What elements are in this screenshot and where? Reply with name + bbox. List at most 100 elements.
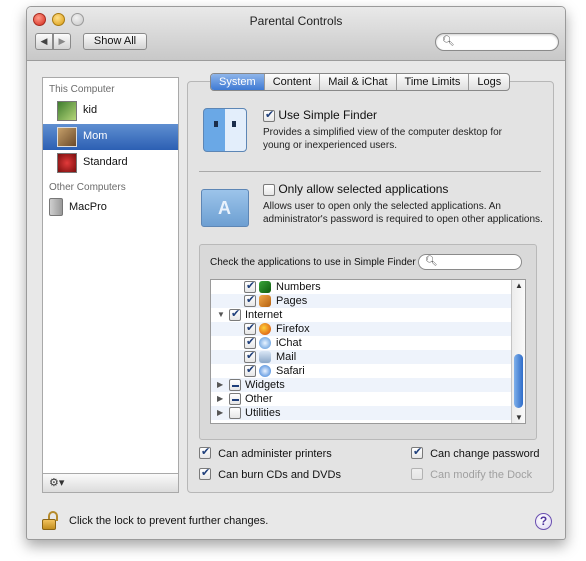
category-checkbox[interactable] bbox=[229, 307, 241, 321]
simple-finder-description: Provides a simplified view of the comput… bbox=[263, 126, 502, 152]
app-checkbox[interactable] bbox=[244, 349, 256, 363]
modify-dock-label: Can modify the Dock bbox=[430, 469, 533, 481]
tab-bar: System Content Mail & iChat Time Limits … bbox=[210, 73, 511, 91]
user-picture-cat-icon bbox=[57, 127, 77, 147]
tab-logs[interactable]: Logs bbox=[469, 74, 509, 90]
divider bbox=[199, 171, 541, 172]
safari-app-icon bbox=[259, 365, 271, 377]
app-checkbox[interactable] bbox=[244, 335, 256, 349]
list-item[interactable]: Numbers bbox=[211, 280, 511, 294]
administer-printers-checkbox[interactable] bbox=[199, 445, 211, 460]
help-button[interactable]: ? bbox=[535, 513, 552, 530]
description-line: young or inexperienced users. bbox=[263, 140, 397, 151]
user-sidebar: This Computer kid Mom Standard Other Com… bbox=[42, 77, 179, 493]
change-password-label: Can change password bbox=[430, 448, 540, 460]
list-item[interactable]: Pages bbox=[211, 293, 511, 308]
disclosure-triangle-closed-icon[interactable]: ▶ bbox=[217, 406, 223, 420]
applications-panel-label: Check the applications to use in Simple … bbox=[210, 257, 416, 268]
app-label: Mail bbox=[276, 351, 297, 363]
category-checkbox[interactable] bbox=[229, 407, 241, 419]
sidebar-computer-label: MacPro bbox=[69, 201, 107, 213]
sidebar-user-kid[interactable]: kid bbox=[43, 98, 178, 124]
burn-cds-checkbox[interactable] bbox=[199, 466, 211, 481]
simple-finder-checkbox[interactable] bbox=[263, 108, 275, 122]
macpro-icon bbox=[49, 198, 63, 216]
scrollbar-thumb[interactable] bbox=[514, 354, 523, 408]
applications-panel: Check the applications to use in Simple … bbox=[199, 244, 537, 440]
change-password-checkbox[interactable] bbox=[411, 445, 423, 460]
lock-status-text: Click the lock to prevent further change… bbox=[69, 515, 269, 527]
app-label: Firefox bbox=[276, 323, 310, 335]
category-checkbox[interactable] bbox=[229, 379, 241, 391]
sidebar-user-label: Mom bbox=[83, 130, 108, 142]
forward-arrow-icon[interactable]: ▶ bbox=[53, 33, 71, 50]
pages-app-icon bbox=[259, 295, 271, 307]
user-picture-kid-icon bbox=[57, 101, 77, 121]
lock-icon[interactable] bbox=[42, 511, 60, 531]
app-label: iChat bbox=[276, 337, 302, 349]
search-icon: 🔍︎ bbox=[442, 36, 455, 47]
applications-search-input[interactable]: 🔍︎ bbox=[418, 254, 522, 270]
list-item[interactable]: ▶ Widgets bbox=[211, 378, 511, 392]
app-checkbox[interactable] bbox=[244, 321, 256, 335]
this-computer-header: This Computer bbox=[49, 84, 115, 95]
description-line: administrator's password is required to … bbox=[263, 214, 543, 225]
only-selected-apps-checkbox[interactable] bbox=[263, 183, 275, 196]
preferences-search-input[interactable]: 🔍︎ bbox=[435, 33, 559, 51]
list-item[interactable]: ▼ Internet bbox=[211, 307, 511, 322]
parental-controls-window: Parental Controls ◀ ▶ Show All 🔍︎ This C… bbox=[26, 6, 566, 540]
app-checkbox[interactable] bbox=[244, 293, 256, 307]
list-item[interactable]: Firefox bbox=[211, 321, 511, 336]
search-icon: 🔍︎ bbox=[425, 256, 438, 267]
list-item[interactable]: Mail bbox=[211, 349, 511, 364]
firefox-app-icon bbox=[259, 323, 271, 335]
only-selected-apps-option[interactable]: Only allow selected applications bbox=[263, 182, 448, 196]
category-label: Internet bbox=[245, 309, 283, 321]
other-computers-header: Other Computers bbox=[49, 182, 126, 193]
window-title: Parental Controls bbox=[249, 14, 343, 28]
app-checkbox[interactable] bbox=[244, 363, 256, 377]
burn-cds-label: Can burn CDs and DVDs bbox=[218, 469, 341, 481]
tab-system[interactable]: System bbox=[211, 74, 265, 90]
category-checkbox[interactable] bbox=[229, 393, 241, 405]
list-item[interactable]: Safari bbox=[211, 363, 511, 378]
app-label: Numbers bbox=[276, 281, 321, 293]
sidebar-footer: ⚙▾ bbox=[42, 473, 179, 493]
simple-finder-option[interactable]: Use Simple Finder bbox=[263, 108, 377, 122]
numbers-app-icon bbox=[259, 281, 271, 293]
tab-time-limits[interactable]: Time Limits bbox=[397, 74, 470, 90]
category-label: Other bbox=[245, 393, 273, 405]
sidebar-user-mom[interactable]: Mom bbox=[43, 124, 178, 150]
tab-content[interactable]: Content bbox=[265, 74, 321, 90]
app-label: Pages bbox=[276, 295, 308, 307]
list-item[interactable]: iChat bbox=[211, 335, 511, 350]
app-checkbox[interactable] bbox=[244, 280, 256, 293]
mail-app-icon bbox=[259, 351, 271, 363]
scroll-down-arrow-icon[interactable]: ▼ bbox=[515, 413, 523, 422]
list-item[interactable]: ▶ Other bbox=[211, 392, 511, 406]
administer-printers-label: Can administer printers bbox=[218, 448, 332, 460]
scroll-up-arrow-icon[interactable]: ▲ bbox=[515, 281, 523, 290]
description-line: Allows user to open only the selected ap… bbox=[263, 201, 501, 212]
disclosure-triangle-open-icon[interactable]: ▼ bbox=[217, 308, 225, 322]
administer-printers-option[interactable]: Can administer printers bbox=[199, 445, 332, 460]
disclosure-triangle-closed-icon[interactable]: ▶ bbox=[217, 378, 223, 392]
modify-dock-checkbox bbox=[411, 468, 423, 481]
only-selected-apps-label: Only allow selected applications bbox=[278, 182, 449, 196]
sidebar-user-label: kid bbox=[83, 104, 98, 116]
list-item[interactable]: ▶ Utilities bbox=[211, 406, 511, 420]
back-arrow-icon[interactable]: ◀ bbox=[35, 33, 53, 50]
ichat-app-icon bbox=[259, 337, 271, 349]
tab-mail-ichat[interactable]: Mail & iChat bbox=[320, 74, 397, 90]
title-bar: Parental Controls ◀ ▶ Show All 🔍︎ bbox=[27, 7, 565, 61]
only-selected-apps-description: Allows user to open only the selected ap… bbox=[263, 200, 543, 226]
sidebar-computer-macpro[interactable]: MacPro bbox=[43, 195, 178, 221]
disclosure-triangle-closed-icon[interactable]: ▶ bbox=[217, 392, 223, 406]
show-all-button[interactable]: Show All bbox=[83, 33, 147, 50]
change-password-option[interactable]: Can change password bbox=[411, 445, 540, 460]
sidebar-user-label: Standard bbox=[83, 156, 128, 168]
vertical-scrollbar[interactable]: ▲ ▼ bbox=[511, 280, 525, 423]
burn-cds-option[interactable]: Can burn CDs and DVDs bbox=[199, 466, 341, 481]
gear-icon[interactable]: ⚙▾ bbox=[49, 476, 64, 489]
sidebar-user-standard[interactable]: Standard bbox=[43, 150, 178, 176]
